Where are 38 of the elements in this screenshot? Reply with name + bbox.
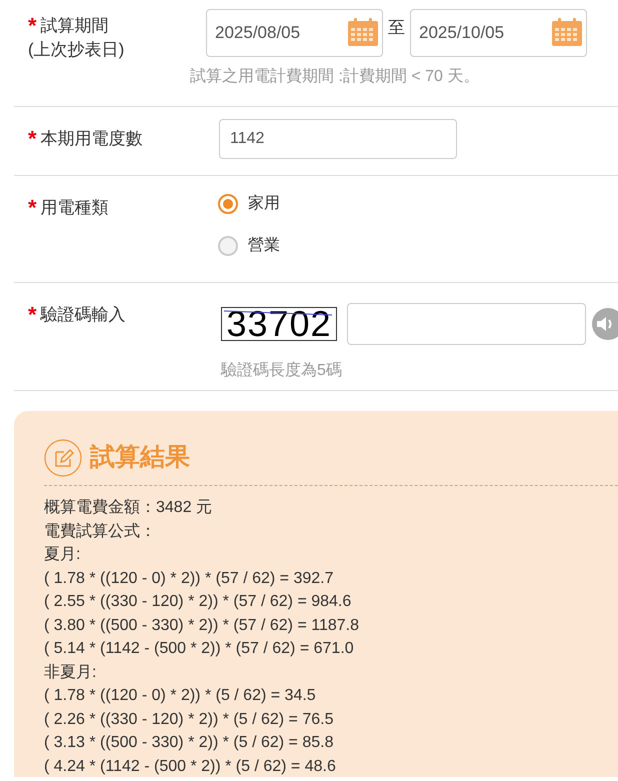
radio-label[interactable]: 家用	[248, 192, 280, 216]
edit-icon	[44, 439, 82, 477]
date-field[interactable]: 2025/08/05	[206, 9, 383, 57]
field-sublabel: (上次抄表日)	[28, 39, 126, 61]
result-line: ( 3.13 * ((500 - 330) * 2)) * (5 / 62) = 85.8	[44, 733, 334, 753]
result-line: 電費試算公式：	[44, 522, 157, 542]
radio-button[interactable]	[218, 194, 238, 214]
range-separator: 至	[388, 17, 405, 39]
captcha-image: 33702	[221, 307, 337, 341]
radio-button[interactable]	[218, 236, 238, 256]
field-label: 用電種類	[40, 197, 109, 219]
result-line: ( 2.26 * ((330 - 120) * 2)) * (5 / 62) = 76.5	[44, 710, 334, 730]
result-line: 概算電費金額：3482 元	[44, 498, 214, 518]
hint-text: 驗證碼長度為5碼	[221, 360, 343, 381]
result-line: ( 3.80 * ((500 - 330) * 2)) * (57 / 62) = 1187.8	[44, 616, 360, 636]
result-line: ( 2.55 * ((330 - 120) * 2)) * (57 / 62) = 984.6	[44, 592, 352, 612]
result-line: ( 1.78 * ((120 - 0) * 2)) * (57 / 62) = 392.7	[44, 568, 334, 588]
required-asterisk: *	[28, 198, 37, 218]
hint-text: 試算之用電計費期間 :計費期間 < 70 天。	[190, 66, 480, 87]
date-field[interactable]: 2025/10/05	[410, 9, 587, 57]
result-line: ( 5.14 * (1142 - (500 * 2)) * (57 / 62) = 671.0	[44, 639, 355, 659]
field-label: 本期用電度數	[40, 128, 143, 150]
required-asterisk: *	[28, 305, 37, 325]
result-line: ( 4.24 * (1142 - (500 * 2)) * (5 / 62) = 48.6	[44, 756, 337, 776]
result-line: 非夏月:	[44, 662, 98, 682]
captcha-field[interactable]	[347, 303, 586, 345]
result-line: ( 1.78 * ((120 - 0) * 2)) * (5 / 62) = 34.5	[44, 686, 317, 706]
result-title: 試算結果	[90, 442, 190, 474]
radio-label[interactable]: 營業	[248, 234, 280, 258]
field-label: 驗證碼輸入	[40, 304, 126, 326]
required-asterisk: *	[28, 129, 37, 149]
result-line: 夏月:	[44, 545, 82, 565]
field-label: 試算期間	[40, 15, 109, 37]
usage-field[interactable]: 1142	[219, 119, 457, 159]
required-asterisk: *	[28, 16, 37, 36]
calendar-icon[interactable]	[347, 17, 379, 47]
speaker-icon[interactable]	[592, 308, 618, 340]
calendar-icon[interactable]	[551, 17, 583, 47]
